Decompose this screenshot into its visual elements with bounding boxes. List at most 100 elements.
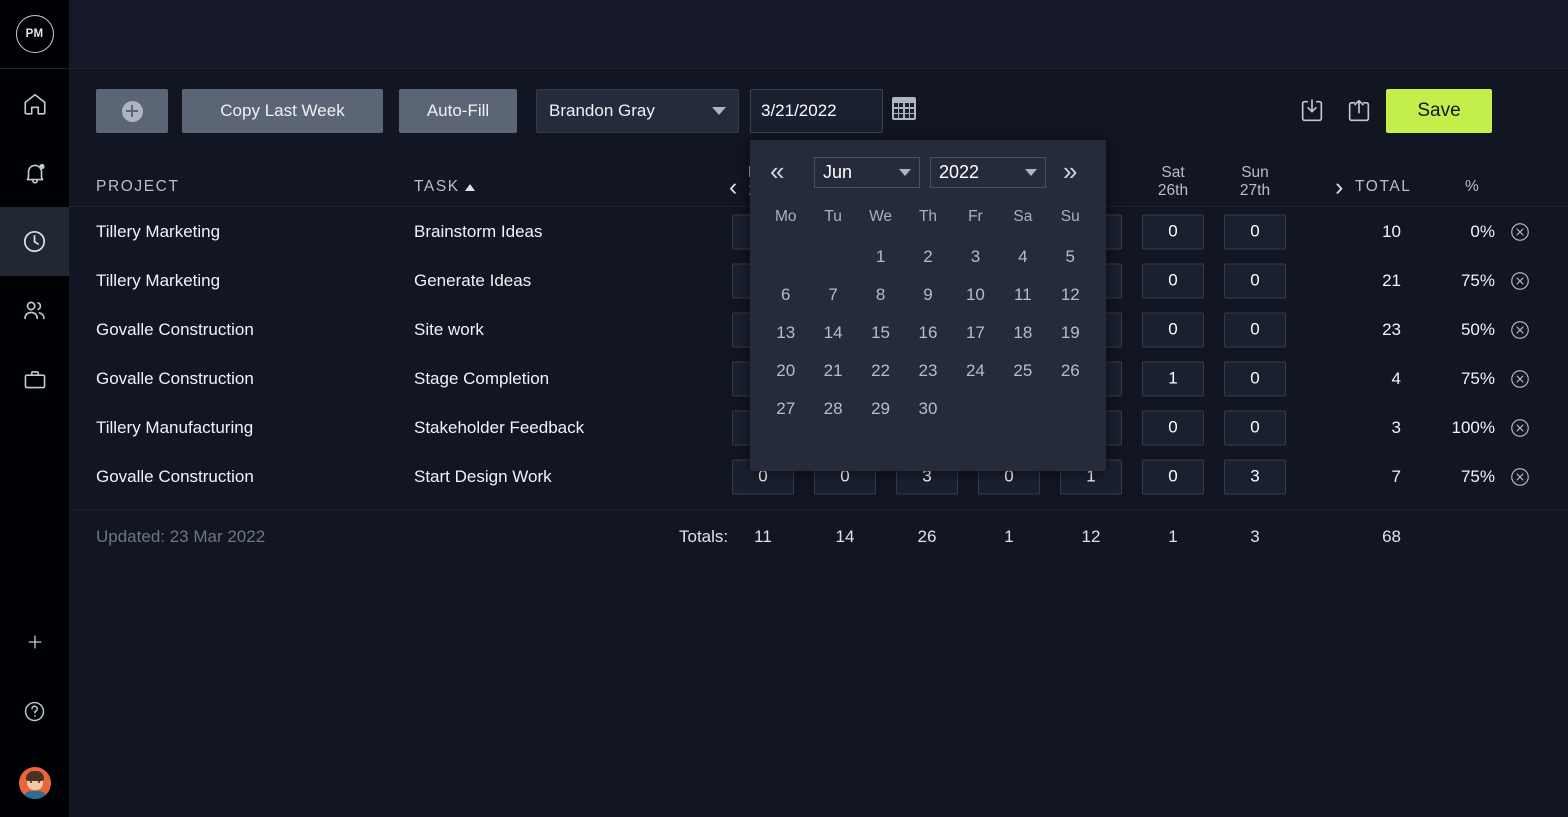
calendar-toggle-button[interactable] (892, 97, 918, 123)
calendar-dow: Fr (952, 202, 999, 238)
cell-percent: 75% (1431, 271, 1495, 291)
sidebar-item-timesheets[interactable] (0, 207, 69, 276)
hours-input[interactable] (1224, 361, 1286, 396)
delete-row-button[interactable] (1509, 466, 1531, 488)
hours-input[interactable] (1142, 361, 1204, 396)
delete-row-button[interactable] (1509, 368, 1531, 390)
sidebar-item-projects[interactable] (0, 345, 69, 414)
calendar-day[interactable]: 30 (904, 390, 951, 428)
download-box-icon (1298, 112, 1326, 129)
calendar-day[interactable]: 7 (809, 276, 856, 314)
delete-row-button[interactable] (1509, 417, 1531, 439)
delete-row-button[interactable] (1509, 270, 1531, 292)
sidebar-item-home[interactable] (0, 69, 69, 138)
calendar-day[interactable]: 12 (1047, 276, 1094, 314)
calendar-day[interactable]: 29 (857, 390, 904, 428)
auto-fill-button[interactable]: Auto-Fill (399, 89, 517, 133)
sidebar-help-button[interactable] (0, 679, 69, 748)
calendar-day[interactable]: 22 (857, 352, 904, 390)
column-header-task[interactable]: TASK (414, 178, 475, 196)
hours-input[interactable] (1224, 410, 1286, 445)
calendar-day[interactable]: 20 (762, 352, 809, 390)
column-header-project[interactable]: PROJECT (96, 178, 180, 196)
calendar-day[interactable]: 17 (952, 314, 999, 352)
app-logo[interactable]: PM (0, 0, 69, 69)
import-button[interactable] (1298, 97, 1326, 130)
calendar-day[interactable]: 8 (857, 276, 904, 314)
cell-percent: 100% (1431, 418, 1495, 438)
cell-project[interactable]: Govalle Construction (96, 369, 254, 389)
date-input[interactable] (750, 89, 883, 133)
question-circle-icon (22, 699, 47, 729)
sidebar-add-button[interactable] (0, 610, 69, 679)
calendar-day[interactable]: 5 (1047, 238, 1094, 276)
hours-input[interactable] (1142, 312, 1204, 347)
calendar-day[interactable]: 13 (762, 314, 809, 352)
sidebar-bottom-group (0, 610, 69, 817)
calendar-day[interactable]: 1 (857, 238, 904, 276)
next-week-arrow[interactable]: › (1335, 175, 1343, 200)
calendar-week: 12345 (750, 238, 1106, 276)
avatar (19, 767, 51, 799)
hours-input[interactable] (1224, 459, 1286, 494)
save-button[interactable]: Save (1386, 89, 1492, 133)
hours-input[interactable] (1142, 214, 1204, 249)
calendar-day[interactable]: 11 (999, 276, 1046, 314)
calendar-day[interactable]: 23 (904, 352, 951, 390)
day-date: 27th (1214, 182, 1296, 200)
cell-project[interactable]: Govalle Construction (96, 320, 254, 340)
user-select[interactable]: Brandon Gray (536, 89, 739, 133)
sidebar-profile-button[interactable] (0, 748, 69, 817)
totals-cell: 14 (804, 527, 886, 547)
cell-project[interactable]: Tillery Marketing (96, 271, 220, 291)
hours-input[interactable] (1224, 263, 1286, 298)
calendar-day[interactable]: 18 (999, 314, 1046, 352)
sidebar-item-notifications[interactable] (0, 138, 69, 207)
calendar-grid: 1234567891011121314151617181920212223242… (750, 238, 1106, 428)
calendar-day[interactable]: 27 (762, 390, 809, 428)
cell-project[interactable]: Tillery Marketing (96, 222, 220, 242)
cell-task[interactable]: Stage Completion (414, 369, 549, 389)
calendar-day[interactable]: 9 (904, 276, 951, 314)
export-button[interactable] (1345, 97, 1373, 130)
totals-label: Totals: (679, 527, 728, 547)
calendar-day[interactable]: 4 (999, 238, 1046, 276)
calendar-day[interactable]: 6 (762, 276, 809, 314)
prev-month-arrow[interactable]: « (770, 158, 784, 184)
hours-input[interactable] (1142, 263, 1204, 298)
cell-task[interactable]: Generate Ideas (414, 271, 531, 291)
sidebar-item-team[interactable] (0, 276, 69, 345)
calendar-day[interactable]: 24 (952, 352, 999, 390)
chevron-down-icon (1025, 169, 1037, 176)
calendar-day[interactable]: 16 (904, 314, 951, 352)
year-select[interactable]: 2022 (930, 157, 1046, 188)
calendar-day[interactable]: 3 (952, 238, 999, 276)
cell-project[interactable]: Govalle Construction (96, 467, 254, 487)
hours-input[interactable] (1224, 312, 1286, 347)
calendar-day[interactable]: 2 (904, 238, 951, 276)
delete-row-button[interactable] (1509, 221, 1531, 243)
cell-project[interactable]: Tillery Manufacturing (96, 418, 253, 438)
hours-input[interactable] (1142, 459, 1204, 494)
calendar-day[interactable]: 25 (999, 352, 1046, 390)
delete-row-button[interactable] (1509, 319, 1531, 341)
calendar-day[interactable]: 21 (809, 352, 856, 390)
cell-task[interactable]: Site work (414, 320, 484, 340)
calendar-day[interactable]: 28 (809, 390, 856, 428)
calendar-day[interactable]: 26 (1047, 352, 1094, 390)
hours-input[interactable] (1142, 410, 1204, 445)
cell-task[interactable]: Start Design Work (414, 467, 552, 487)
calendar-day[interactable]: 10 (952, 276, 999, 314)
next-month-arrow[interactable]: » (1063, 158, 1077, 184)
calendar-day[interactable]: 19 (1047, 314, 1094, 352)
month-select[interactable]: Jun (814, 157, 920, 188)
cell-task[interactable]: Stakeholder Feedback (414, 418, 584, 438)
copy-last-week-button[interactable]: Copy Last Week (182, 89, 383, 133)
cell-task[interactable]: Brainstorm Ideas (414, 222, 543, 242)
plus-icon (25, 632, 45, 657)
month-select-value: Jun (823, 162, 852, 183)
add-row-button[interactable] (96, 89, 168, 133)
calendar-day[interactable]: 14 (809, 314, 856, 352)
calendar-day[interactable]: 15 (857, 314, 904, 352)
hours-input[interactable] (1224, 214, 1286, 249)
